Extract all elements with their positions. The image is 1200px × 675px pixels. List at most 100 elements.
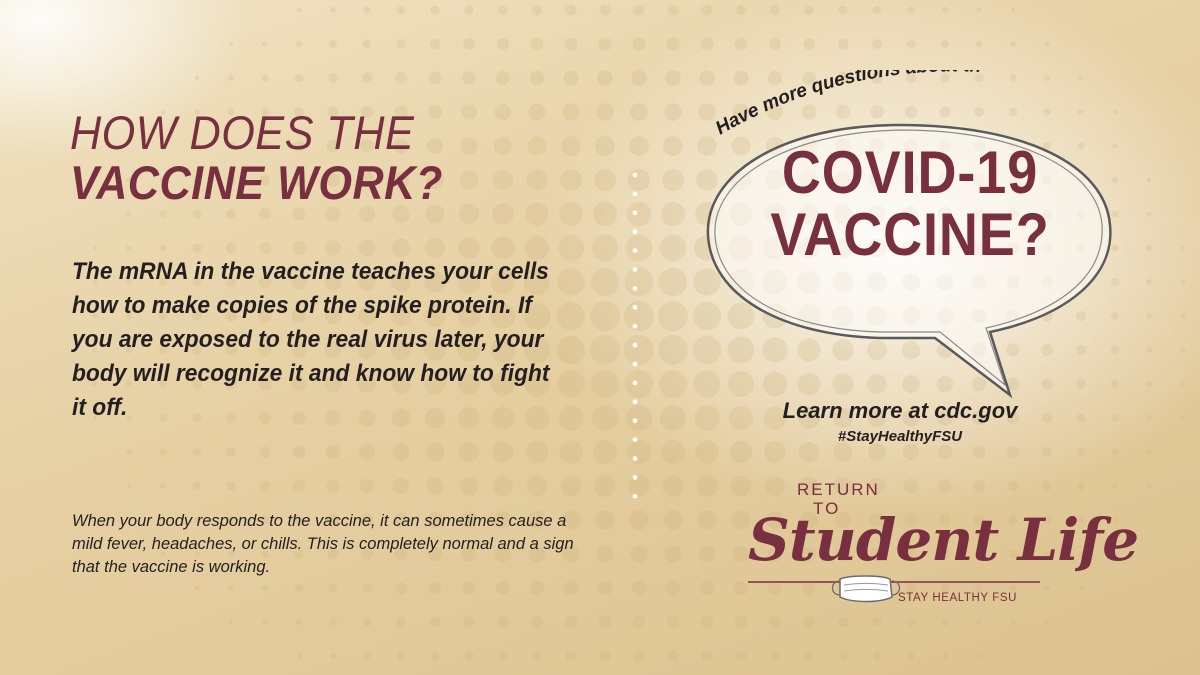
divider-dot: [632, 172, 638, 178]
halftone-dot: [597, 70, 613, 86]
halftone-dot: [325, 240, 341, 256]
halftone-dot: [296, 653, 302, 659]
halftone-dot: [1145, 312, 1153, 320]
halftone-dot: [837, 38, 849, 50]
halftone-dot: [1146, 449, 1152, 455]
halftone-dot: [564, 37, 578, 51]
halftone-dot: [1010, 41, 1016, 47]
halftone-dot: [531, 650, 543, 662]
halftone-dot: [667, 650, 679, 662]
halftone-dot: [192, 209, 202, 219]
halftone-dot: [975, 618, 983, 626]
hashtag-text: #StayHealthyFSU: [837, 428, 963, 445]
halftone-dot: [228, 585, 234, 591]
halftone-dot: [976, 653, 982, 659]
halftone-dot: [624, 335, 654, 365]
halftone-dot: [658, 267, 688, 297]
halftone-dot: [159, 482, 167, 490]
halftone-dot: [225, 208, 237, 220]
halftone-dot: [363, 6, 371, 14]
halftone-dot: [590, 267, 620, 297]
halftone-dot: [803, 38, 815, 50]
halftone-dot: [665, 580, 681, 596]
halftone-dot: [626, 439, 652, 465]
halftone-dot: [1111, 414, 1119, 422]
halftone-dot: [397, 652, 405, 660]
divider-dot: [632, 437, 638, 442]
halftone-dot: [906, 617, 916, 627]
halftone-dot: [564, 615, 578, 629]
halftone-dot: [630, 103, 648, 121]
halftone-dot: [598, 615, 612, 629]
halftone-dot: [361, 72, 373, 84]
halftone-dot: [838, 5, 848, 15]
halftone-dot: [294, 73, 304, 83]
halftone-dot: [159, 244, 167, 252]
halftone-dot: [734, 615, 748, 629]
halftone-dot: [463, 38, 475, 50]
halftone-dot: [430, 651, 440, 661]
halftone-dot: [902, 443, 920, 461]
halftone-dot: [661, 440, 685, 464]
divider-dot: [632, 418, 638, 424]
halftone-dot: [228, 619, 234, 625]
halftone-dot: [329, 6, 337, 14]
halftone-dot: [700, 37, 714, 51]
divider-dot: [632, 267, 638, 272]
halftone-dot: [497, 4, 509, 16]
halftone-dot: [701, 4, 713, 16]
halftone-dot: [1010, 7, 1016, 13]
halftone-dot: [363, 652, 371, 660]
halftone-dot: [630, 545, 648, 563]
halftone-dot: [694, 405, 720, 431]
halftone-dot: [226, 481, 236, 491]
halftone-dot: [359, 478, 375, 494]
halftone-dot: [531, 4, 543, 16]
halftone-dot: [663, 510, 683, 530]
halftone-dot: [159, 448, 167, 456]
dotted-divider: [632, 172, 638, 499]
halftone-dot: [906, 39, 916, 49]
halftone-dot: [192, 243, 202, 253]
halftone-dot: [972, 445, 986, 459]
halftone-dot: [695, 440, 719, 464]
halftone-dot: [626, 201, 652, 227]
halftone-dot: [1146, 211, 1152, 217]
halftone-dot: [492, 441, 514, 463]
halftone-dot: [530, 615, 544, 629]
halftone-dot: [294, 583, 304, 593]
halftone-dot: [259, 446, 271, 458]
halftone-dot: [698, 545, 716, 563]
halftone-dot: [735, 4, 747, 16]
halftone-dot: [628, 135, 650, 157]
halftone-dot: [1180, 245, 1186, 251]
halftone-dot: [658, 369, 688, 399]
heading-block: HOW DOES THE VACCINE WORK?: [70, 108, 590, 208]
halftone-dot: [565, 4, 577, 16]
page-title: HOW DOES THE VACCINE WORK?: [70, 108, 548, 208]
title-line-1: HOW DOES THE: [70, 106, 415, 159]
halftone-dot: [593, 440, 617, 464]
halftone-dot: [258, 241, 272, 255]
halftone-dot: [259, 480, 271, 492]
halftone-dot: [228, 75, 234, 81]
halftone-dot: [769, 616, 781, 628]
divider-dot: [632, 323, 638, 329]
halftone-dot: [1180, 381, 1186, 387]
halftone-dot: [701, 650, 713, 662]
halftone-dot: [530, 37, 544, 51]
halftone-dot: [872, 5, 882, 15]
halftone-dot: [872, 617, 882, 627]
promo-card: HOW DOES THE VACCINE WORK? The mRNA in t…: [0, 0, 1200, 675]
halftone-dot: [696, 475, 718, 497]
halftone-dot: [194, 585, 200, 591]
divider-dot: [632, 342, 638, 348]
halftone-dot: [329, 618, 337, 626]
halftone-dot: [598, 37, 612, 51]
halftone-dot: [659, 404, 687, 432]
halftone-dot: [526, 475, 548, 497]
halftone-dot: [362, 39, 372, 49]
halftone-dot: [426, 477, 444, 495]
halftone-dot: [658, 301, 688, 331]
divider-dot: [632, 361, 638, 367]
